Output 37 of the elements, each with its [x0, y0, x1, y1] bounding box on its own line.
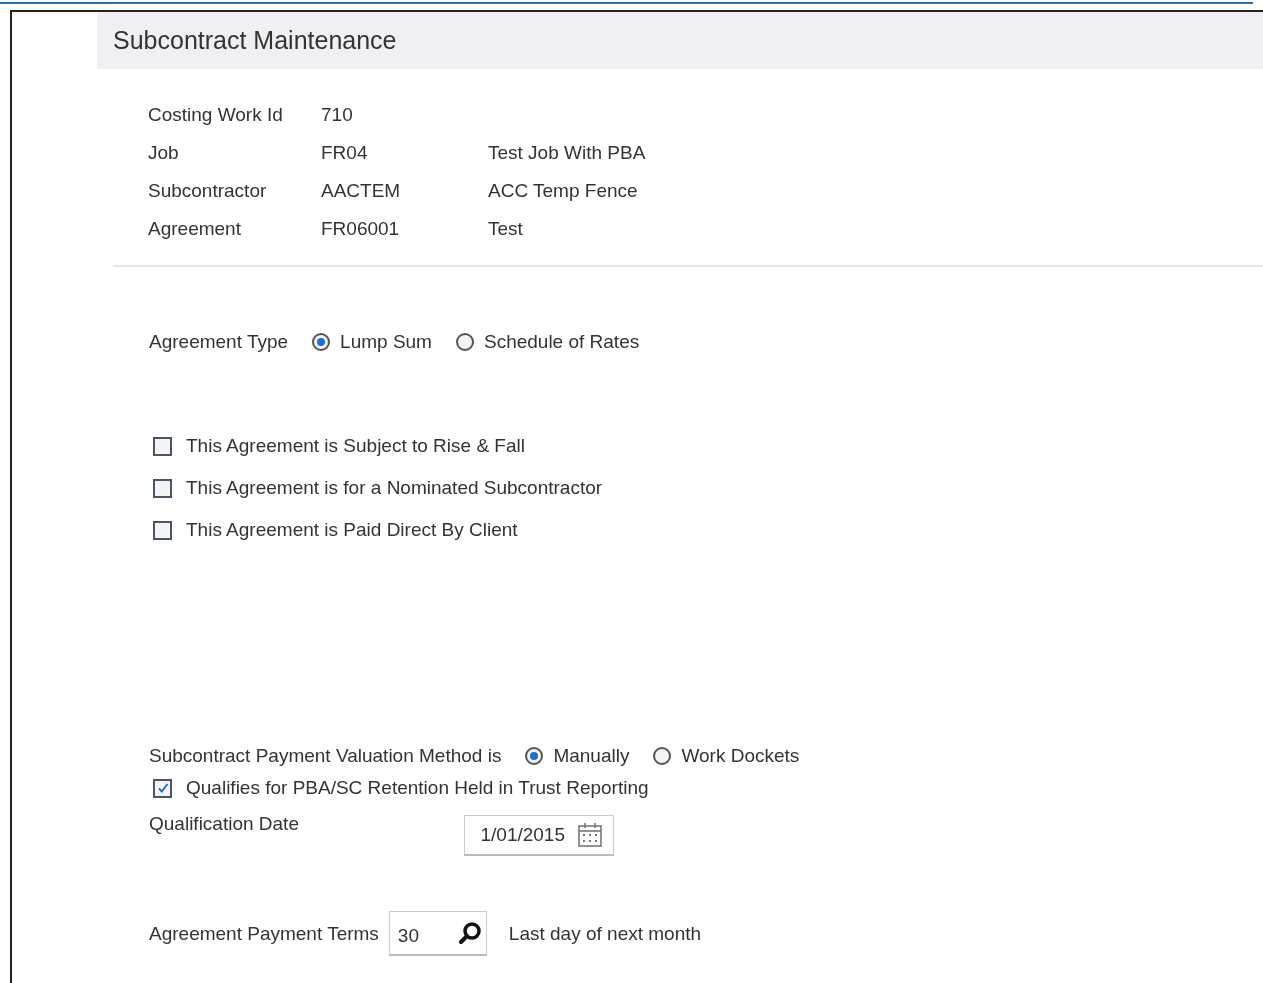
radio-label[interactable]: Manually: [553, 745, 630, 767]
checkbox[interactable]: [153, 778, 172, 798]
radio-button[interactable]: [653, 747, 672, 765]
checkbox-label[interactable]: This Agreement is Paid Direct By Client: [186, 519, 518, 541]
calendar-icon[interactable]: [577, 822, 603, 848]
field-description: Test Job With PBA: [488, 141, 647, 165]
radio-button[interactable]: [525, 747, 544, 765]
page-title: Subcontract Maintenance: [113, 26, 397, 55]
radio-label[interactable]: Work Dockets: [681, 745, 800, 767]
field-label: Costing Work Id: [148, 103, 284, 127]
field-label: Job: [148, 141, 180, 165]
checkbox-label[interactable]: This Agreement is Subject to Rise & Fall: [186, 435, 525, 457]
radio-label[interactable]: Lump Sum: [340, 331, 432, 353]
radio-group-label: Subcontract Payment Valuation Method is: [149, 745, 502, 767]
field-value: FR04: [321, 141, 369, 165]
field-label: Qualification Date: [149, 813, 300, 835]
checkbox[interactable]: [153, 520, 172, 540]
field-label: Agreement: [148, 217, 242, 241]
input-field[interactable]: 30: [397, 925, 448, 947]
field-value: 710: [321, 103, 354, 127]
radio-label[interactable]: Schedule of Rates: [483, 331, 640, 353]
field-label: Subcontractor: [148, 179, 268, 203]
field-value: FR06001: [321, 217, 401, 241]
field-description: Last day of next month: [508, 922, 702, 945]
date-field[interactable]: 1/01/2015: [464, 815, 614, 856]
field-label: Agreement Payment Terms: [149, 922, 379, 945]
field-description: ACC Temp Fence: [488, 179, 639, 203]
radio-button[interactable]: [455, 333, 474, 351]
checkbox[interactable]: [153, 436, 172, 456]
radio-button[interactable]: [312, 333, 331, 351]
checkbox-label[interactable]: This Agreement is for a Nominated Subcontractor: [186, 477, 603, 499]
search-icon[interactable]: [457, 921, 482, 945]
checkbox-label[interactable]: Qualifies for PBA/SC Retention Held in Trust Reporting: [186, 777, 649, 799]
checkbox[interactable]: [153, 478, 172, 498]
field-description: Test: [488, 217, 524, 241]
field-value: AACTEM: [321, 179, 402, 203]
radio-group-label: Agreement Type: [149, 331, 289, 353]
